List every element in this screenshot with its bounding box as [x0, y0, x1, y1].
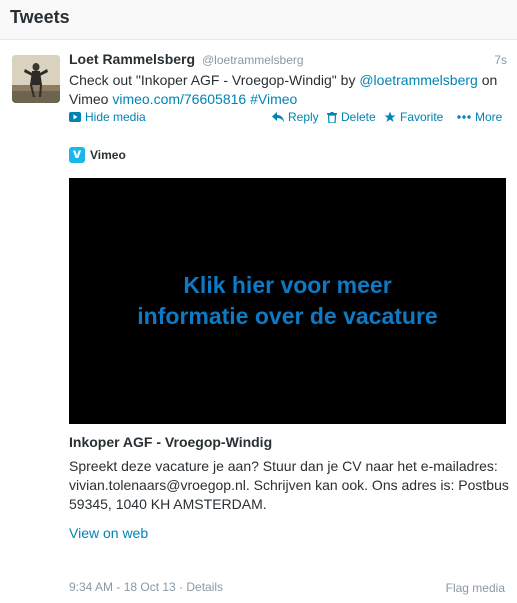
reply-button[interactable]: Reply	[272, 110, 319, 124]
provider-name: Vimeo	[90, 148, 126, 162]
tweet-actions: Hide media Reply Delete Favorite More	[69, 110, 506, 126]
page-title: Tweets	[10, 7, 70, 27]
delete-label: Delete	[341, 110, 376, 124]
mention-link[interactable]: @loetrammelsberg	[359, 72, 477, 88]
reply-icon	[272, 112, 284, 122]
card-provider[interactable]: v Vimeo	[69, 146, 126, 164]
favorite-label: Favorite	[400, 110, 444, 124]
media-icon	[69, 112, 81, 122]
hide-media-label: Hide media	[85, 110, 146, 124]
tweet-text-prefix: Check out "Inkoper AGF - Vroegop-Windig"…	[69, 72, 360, 88]
video-overlay-text: Klik hier voor meer informatie over de v…	[137, 272, 438, 329]
hide-media-button[interactable]: Hide media	[69, 110, 146, 124]
reply-label: Reply	[288, 110, 319, 124]
video-player[interactable]: Klik hier voor meer informatie over de v…	[69, 178, 506, 424]
favorite-button[interactable]: Favorite	[384, 110, 443, 124]
flag-media-link[interactable]: Flag media	[446, 581, 505, 595]
view-on-web-link[interactable]: View on web	[69, 525, 148, 541]
tweet-time[interactable]: 7s	[494, 53, 507, 67]
vimeo-icon: v	[69, 147, 85, 163]
trash-icon	[327, 111, 337, 123]
more-label: More	[475, 110, 503, 124]
tweets-header: Tweets	[0, 0, 517, 40]
avatar-image	[12, 55, 60, 103]
tweet-timestamp[interactable]: 9:34 AM - 18 Oct 13 · Details	[69, 580, 223, 594]
hashtag-link[interactable]: #Vimeo	[250, 91, 297, 107]
tweet-text: Check out "Inkoper AGF - Vroegop-Windig"…	[69, 71, 509, 109]
more-dots-icon	[457, 115, 471, 119]
star-icon	[384, 111, 396, 122]
delete-button[interactable]: Delete	[327, 110, 376, 124]
card-title: Inkoper AGF - Vroegop-Windig	[69, 434, 273, 450]
more-button[interactable]: More	[457, 110, 502, 124]
author-name[interactable]: Loet Rammelsberg	[69, 51, 195, 67]
vimeo-link[interactable]: vimeo.com/76605816	[112, 91, 246, 107]
tweet-item[interactable]: Loet Rammelsberg @loetrammelsberg 7s Che…	[0, 40, 517, 603]
card-description: Spreekt deze vacature je aan? Stuur dan …	[69, 458, 509, 512]
author-handle[interactable]: @loetrammelsberg	[202, 53, 304, 67]
avatar[interactable]	[12, 55, 60, 103]
